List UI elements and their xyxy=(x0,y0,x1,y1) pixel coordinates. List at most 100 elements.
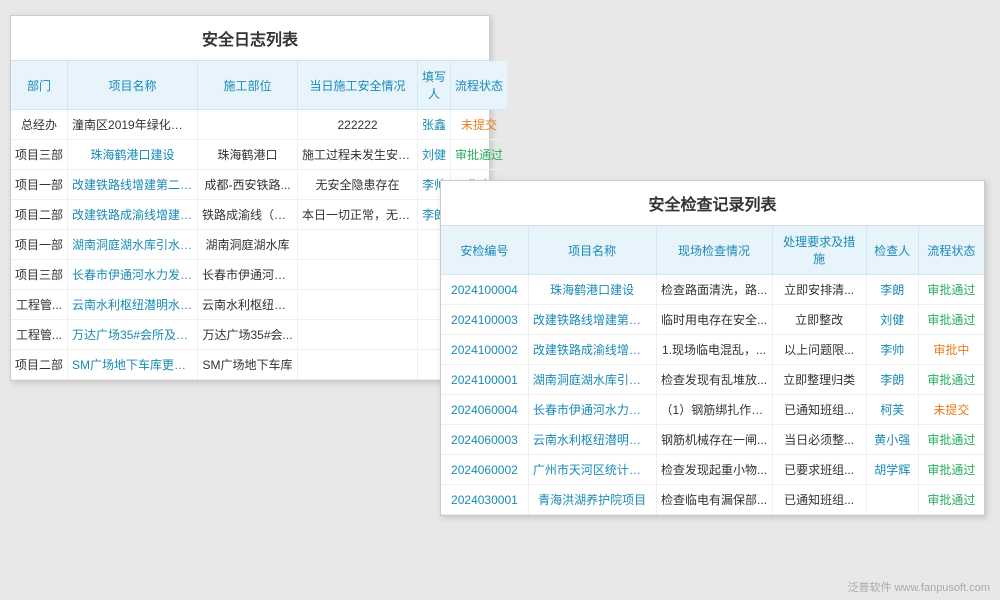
right-table-header-row: 安检编号 项目名称 现场检查情况 处理要求及措施 检查人 流程状态 xyxy=(441,226,984,275)
table-row: 2024100004珠海鹤港口建设检查路面清洗，路...立即安排清...李朗审批… xyxy=(441,275,984,305)
measures-cell: 立即整理归类 xyxy=(772,365,866,395)
dept-cell: 项目三部 xyxy=(11,140,68,170)
inspection-cell: 检查发现起重小物... xyxy=(656,455,772,485)
check-id-cell[interactable]: 2024100003 xyxy=(441,305,528,335)
project-name-cell[interactable]: 改建铁路线增建第二线直... xyxy=(68,170,198,200)
status-badge: 审批通过 xyxy=(451,140,508,170)
col-dept: 部门 xyxy=(11,61,68,110)
left-table-header-row: 部门 项目名称 施工部位 当日施工安全情况 填写人 流程状态 xyxy=(11,61,507,110)
col-project-name: 项目名称 xyxy=(68,61,198,110)
table-row: 项目二部改建铁路成渝线增建第二...铁路成渝线（成...本日一切正常，无事故发.… xyxy=(11,200,507,230)
inspector-cell[interactable]: 李朗 xyxy=(866,275,918,305)
measures-cell: 已要求班组... xyxy=(772,455,866,485)
table-row: 工程管...万达广场35#会所及咖啡...万达广场35#会... xyxy=(11,320,507,350)
table-row: 项目三部长春市伊通河水力发电厂...长春市伊通河水... xyxy=(11,260,507,290)
table-row: 工程管...云南水利枢纽潜明水库一...云南水利枢纽潜... xyxy=(11,290,507,320)
col-location: 施工部位 xyxy=(198,61,298,110)
inspection-cell: 检查临电有漏保部... xyxy=(656,485,772,515)
inspector-cell[interactable]: 李帅 xyxy=(866,335,918,365)
measures-cell: 立即整改 xyxy=(772,305,866,335)
status-badge: 审批中 xyxy=(918,335,984,365)
measures-cell: 已通知班组... xyxy=(772,485,866,515)
project-name-cell[interactable]: 湖南洞庭湖水库引水工... xyxy=(528,365,656,395)
right-panel-title: 安全检查记录列表 xyxy=(441,181,984,226)
writer-cell[interactable]: 刘健 xyxy=(418,140,451,170)
left-panel: 安全日志列表 部门 项目名称 施工部位 当日施工安全情况 填写人 流程状态 总经… xyxy=(10,15,490,381)
dept-cell: 项目二部 xyxy=(11,200,68,230)
col-safety-status: 当日施工安全情况 xyxy=(298,61,418,110)
safety-status-cell: 222222 xyxy=(298,110,418,140)
project-name-cell[interactable]: SM广场地下车库更换摄... xyxy=(68,350,198,380)
table-row: 项目三部珠海鹤港口建设珠海鹤港口施工过程未发生安全事故...刘健审批通过 xyxy=(11,140,507,170)
project-name-cell[interactable]: 长春市伊通河水力发电... xyxy=(528,395,656,425)
project-name-cell[interactable]: 云南水利枢纽潜明水库... xyxy=(528,425,656,455)
left-panel-title: 安全日志列表 xyxy=(11,16,489,61)
inspector-cell[interactable]: 胡学辉 xyxy=(866,455,918,485)
col-status-r: 流程状态 xyxy=(918,226,984,275)
writer-cell[interactable]: 张鑫 xyxy=(418,110,451,140)
status-badge: 审批通过 xyxy=(918,425,984,455)
inspector-cell[interactable]: 李朗 xyxy=(866,365,918,395)
check-id-cell[interactable]: 2024100002 xyxy=(441,335,528,365)
inspector-cell[interactable]: 刘健 xyxy=(866,305,918,335)
check-id-cell[interactable]: 2024100001 xyxy=(441,365,528,395)
project-name-cell[interactable]: 青海洪湖养护院项目 xyxy=(528,485,656,515)
project-name-cell[interactable]: 珠海鹤港口建设 xyxy=(68,140,198,170)
project-name-cell[interactable]: 珠海鹤港口建设 xyxy=(528,275,656,305)
project-name-cell[interactable]: 云南水利枢纽潜明水库一... xyxy=(68,290,198,320)
measures-cell: 以上问题限... xyxy=(772,335,866,365)
location-cell: 珠海鹤港口 xyxy=(198,140,298,170)
table-row: 总经办潼南区2019年绿化补贴项...222222张鑫未提交 xyxy=(11,110,507,140)
inspector-cell[interactable]: 柯芙 xyxy=(866,395,918,425)
safety-status-cell xyxy=(298,230,418,260)
dept-cell: 工程管... xyxy=(11,320,68,350)
project-name-cell[interactable]: 万达广场35#会所及咖啡... xyxy=(68,320,198,350)
measures-cell: 已通知班组... xyxy=(772,395,866,425)
table-row: 项目一部湖南洞庭湖水库引水工程...湖南洞庭湖水库 xyxy=(11,230,507,260)
location-cell xyxy=(198,110,298,140)
table-row: 项目一部改建铁路线增建第二线直...成都-西安铁路...无安全隐患存在李帅作废 xyxy=(11,170,507,200)
safety-log-table: 部门 项目名称 施工部位 当日施工安全情况 填写人 流程状态 总经办潼南区201… xyxy=(11,61,507,380)
inspection-cell: 临时用电存在安全... xyxy=(656,305,772,335)
safety-status-cell xyxy=(298,290,418,320)
col-process-status: 流程状态 xyxy=(451,61,508,110)
safety-status-cell: 无安全隐患存在 xyxy=(298,170,418,200)
project-name-cell[interactable]: 广州市天河区统计局机... xyxy=(528,455,656,485)
status-badge: 审批通过 xyxy=(918,275,984,305)
table-row: 2024100002改建铁路成渝线增建第...1.现场临电混乱，...以上问题限… xyxy=(441,335,984,365)
check-id-cell[interactable]: 2024060003 xyxy=(441,425,528,455)
dept-cell: 项目二部 xyxy=(11,350,68,380)
col-check-id: 安检编号 xyxy=(441,226,528,275)
location-cell: 万达广场35#会... xyxy=(198,320,298,350)
check-id-cell[interactable]: 2024060002 xyxy=(441,455,528,485)
project-name-cell[interactable]: 改建铁路成渝线增建第二... xyxy=(68,200,198,230)
status-badge: 审批通过 xyxy=(918,455,984,485)
col-inspector: 检查人 xyxy=(866,226,918,275)
dept-cell: 项目一部 xyxy=(11,230,68,260)
location-cell: 铁路成渝线（成... xyxy=(198,200,298,230)
project-name-cell[interactable]: 湖南洞庭湖水库引水工程... xyxy=(68,230,198,260)
dept-cell: 总经办 xyxy=(11,110,68,140)
project-name-cell[interactable]: 长春市伊通河水力发电厂... xyxy=(68,260,198,290)
project-name-cell[interactable]: 改建铁路成渝线增建第... xyxy=(528,335,656,365)
check-id-cell[interactable]: 2024060004 xyxy=(441,395,528,425)
location-cell: 湖南洞庭湖水库 xyxy=(198,230,298,260)
watermark: 泛普软件 www.fanpusoft.com xyxy=(848,579,990,595)
safety-status-cell: 本日一切正常，无事故发... xyxy=(298,200,418,230)
inspection-cell: 检查路面清洗，路... xyxy=(656,275,772,305)
inspector-cell[interactable]: 黄小强 xyxy=(866,425,918,455)
safety-status-cell: 施工过程未发生安全事故... xyxy=(298,140,418,170)
project-name-cell[interactable]: 改建铁路线增建第二线... xyxy=(528,305,656,335)
table-row: 2024100003改建铁路线增建第二线...临时用电存在安全...立即整改刘健… xyxy=(441,305,984,335)
safety-check-table: 安检编号 项目名称 现场检查情况 处理要求及措施 检查人 流程状态 202410… xyxy=(441,226,984,515)
inspection-cell: （1）钢筋绑扎作业... xyxy=(656,395,772,425)
status-badge: 未提交 xyxy=(918,395,984,425)
col-inspection: 现场检查情况 xyxy=(656,226,772,275)
dept-cell: 项目三部 xyxy=(11,260,68,290)
table-row: 2024060003云南水利枢纽潜明水库...钢筋机械存在一闸...当日必须整.… xyxy=(441,425,984,455)
project-name-cell: 潼南区2019年绿化补贴项... xyxy=(68,110,198,140)
dept-cell: 项目一部 xyxy=(11,170,68,200)
col-writer: 填写人 xyxy=(418,61,451,110)
check-id-cell[interactable]: 2024100004 xyxy=(441,275,528,305)
check-id-cell[interactable]: 2024030001 xyxy=(441,485,528,515)
